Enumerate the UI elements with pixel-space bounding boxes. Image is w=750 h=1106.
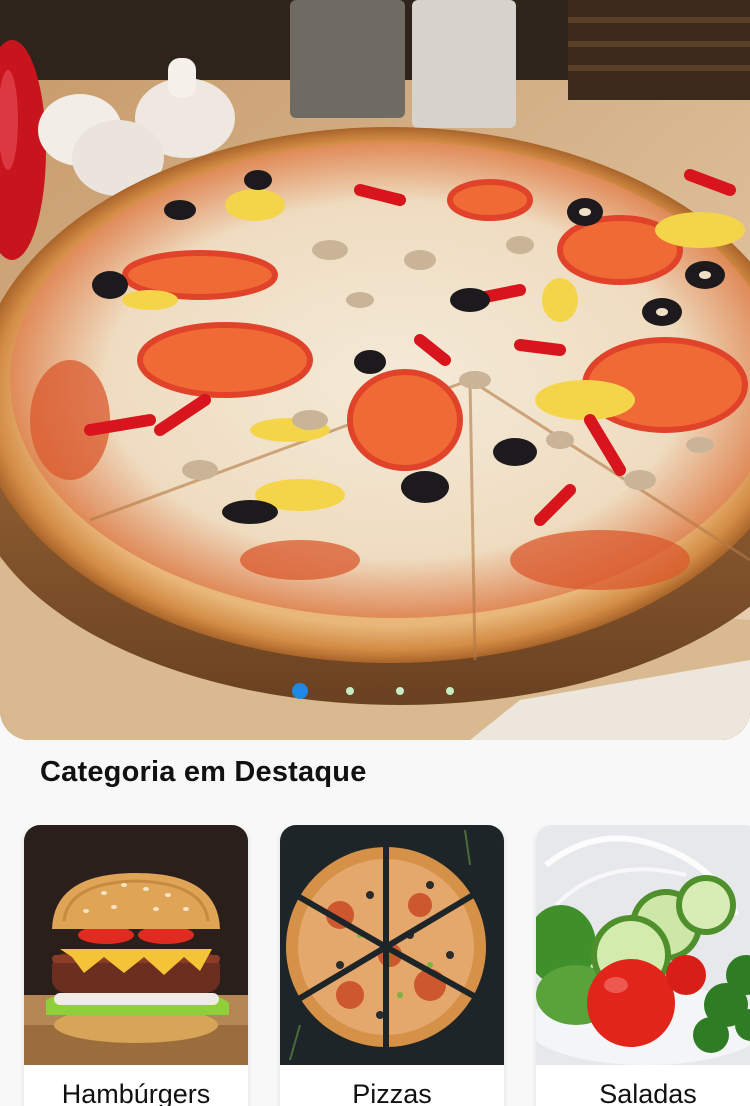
salad-image	[536, 825, 750, 1065]
home-screen: Categoria em Destaque Hambúrgers Pizzas …	[0, 0, 750, 1106]
carousel-dot-3[interactable]	[396, 687, 404, 695]
burger-image	[24, 825, 248, 1065]
category-label: Hambúrgers	[61, 1079, 211, 1106]
category-card-salads[interactable]: Saladas	[536, 825, 750, 1106]
category-label: Saladas	[599, 1079, 697, 1106]
pizza-image	[280, 825, 504, 1065]
hero-carousel[interactable]	[0, 0, 750, 740]
carousel-dot-1[interactable]	[292, 683, 308, 699]
carousel-dot-2[interactable]	[346, 687, 354, 695]
category-label: Pizzas	[352, 1079, 432, 1106]
category-card-pizzas[interactable]: Pizzas	[280, 825, 504, 1106]
featured-section-title: Categoria em Destaque	[40, 756, 367, 788]
carousel-dot-4[interactable]	[446, 687, 454, 695]
category-card-burgers[interactable]: Hambúrgers	[24, 825, 248, 1106]
pizza-hero-image	[0, 0, 750, 740]
carousel-pagination	[0, 683, 750, 699]
featured-categories-list[interactable]: Hambúrgers Pizzas Saladas	[0, 825, 750, 1106]
